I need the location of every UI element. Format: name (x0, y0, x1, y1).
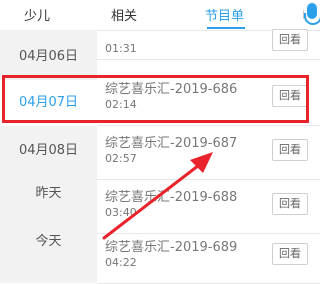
annotation-arrow-icon (102, 152, 213, 240)
